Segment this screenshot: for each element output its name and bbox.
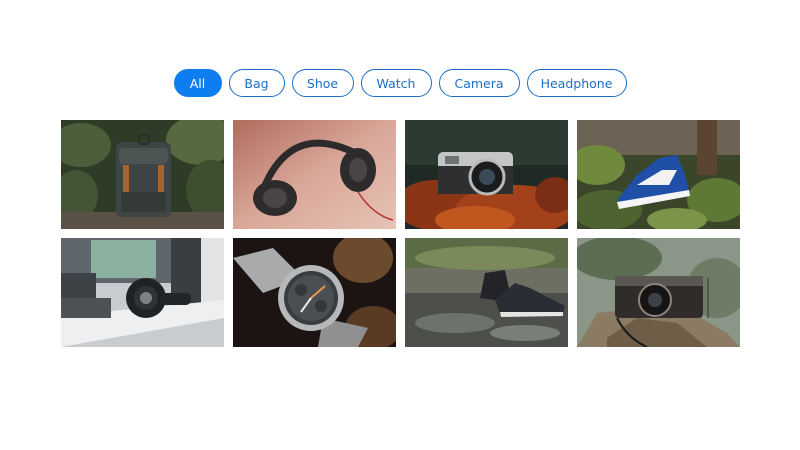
filter-bag-button[interactable]: Bag — [228, 69, 285, 97]
gallery-item-headphones[interactable] — [233, 120, 396, 229]
gallery-item-headphones-desk[interactable] — [61, 238, 224, 347]
headphones-desk-image — [61, 238, 224, 347]
backpack-image — [61, 120, 224, 229]
gallery-item-watch[interactable] — [233, 238, 396, 347]
filter-shoe-button[interactable]: Shoe — [291, 69, 354, 97]
filter-watch-button[interactable]: Watch — [360, 69, 432, 97]
filter-headphone-button[interactable]: Headphone — [526, 69, 627, 97]
gallery-item-sneaker[interactable] — [577, 120, 740, 229]
sneakers-puddle-image — [405, 238, 568, 347]
gallery-item-retro-camera[interactable] — [577, 238, 740, 347]
wristwatch-image — [233, 238, 396, 347]
gallery-item-backpack[interactable] — [61, 120, 224, 229]
sneaker-image — [577, 120, 740, 229]
headphones-image — [233, 120, 396, 229]
gallery-item-sneakers-puddle[interactable] — [405, 238, 568, 347]
camera-image — [405, 120, 568, 229]
filter-camera-button[interactable]: Camera — [438, 69, 520, 97]
filter-all-button[interactable]: All — [173, 69, 222, 97]
category-filter-bar: All Bag Shoe Watch Camera Headphone — [0, 69, 800, 97]
product-gallery — [61, 120, 740, 347]
gallery-item-camera[interactable] — [405, 120, 568, 229]
retro-camera-image — [577, 238, 740, 347]
